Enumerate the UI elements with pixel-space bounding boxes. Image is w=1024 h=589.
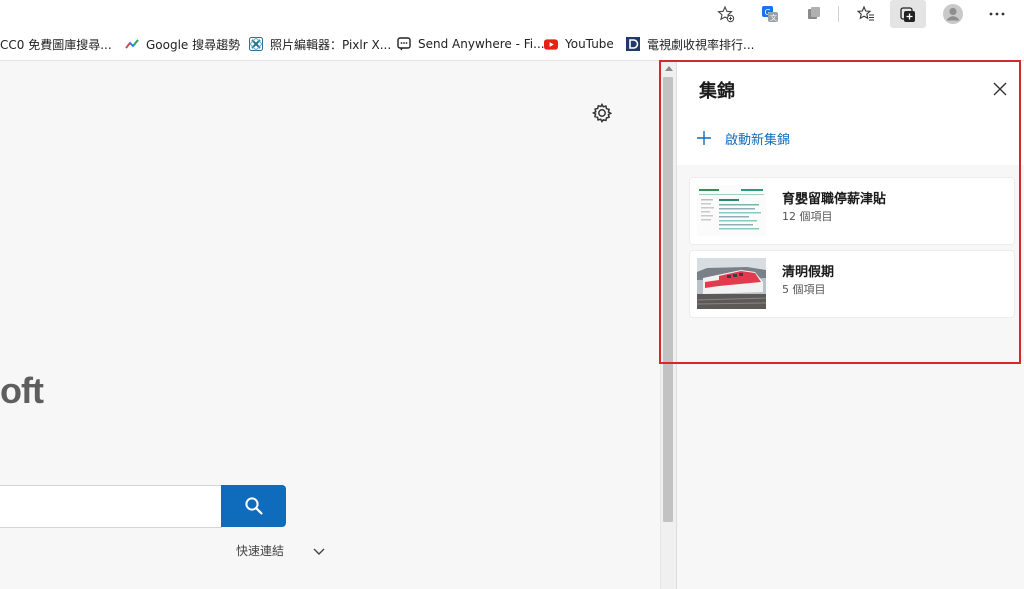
extension-icon[interactable] (796, 0, 832, 28)
bookmarks-bar: CC0 免費圖庫搜尋... Google 搜尋趨勢 照片編輯器：Pixlr X.… (0, 28, 1024, 61)
pixlr-icon (249, 37, 263, 51)
start-new-collection-label: 啟動新集錦 (725, 132, 791, 148)
close-icon[interactable] (993, 81, 1007, 96)
chevron-down-icon[interactable] (312, 543, 326, 555)
search-icon (244, 497, 263, 515)
collections-list: 育嬰留職停薪津貼 12 個項目 清明假期 5 個項目 (677, 165, 1024, 589)
bookmark-google-trends[interactable]: Google 搜尋趨勢 (125, 28, 240, 60)
start-new-collection-button[interactable]: 啟動新集錦 (697, 127, 790, 149)
more-options-icon[interactable] (979, 0, 1015, 28)
brand-logo-fragment: oft (0, 370, 44, 411)
youtube-icon (544, 37, 558, 51)
toolbar-divider (838, 6, 839, 22)
search-button[interactable] (221, 485, 286, 527)
bookmark-tv-ratings[interactable]: 電視劇收視率排行... (626, 28, 754, 60)
bookmark-label: Send Anywhere - Fi... (418, 37, 545, 51)
bookmark-label: Google 搜尋趨勢 (146, 37, 241, 52)
bookmark-youtube[interactable]: YouTube (544, 28, 614, 60)
page-settings-gear-icon[interactable] (591, 102, 613, 124)
favorites-icon[interactable] (848, 0, 884, 28)
collection-title: 清明假期 (782, 265, 835, 280)
bookmark-label: YouTube (565, 37, 614, 51)
bookmark-send-anywhere[interactable]: Send Anywhere - Fi... (397, 28, 545, 60)
profile-avatar-icon[interactable] (935, 0, 971, 28)
send-anywhere-icon (397, 37, 411, 51)
collection-item-count: 5 個項目 (782, 283, 826, 296)
collections-title: 集錦 (699, 81, 735, 102)
web-search-input[interactable] (0, 485, 222, 528)
scrollbar-thumb[interactable] (663, 77, 673, 522)
collection-title: 育嬰留職停薪津貼 (782, 192, 887, 207)
collection-card[interactable]: 育嬰留職停薪津貼 12 個項目 (689, 177, 1015, 245)
bookmark-label: CC0 免費圖庫搜尋... (0, 37, 112, 52)
collections-pane: 集錦 啟動新集錦 育嬰留職停薪津貼 12 個項目 清明假期 5 個項目 (676, 61, 1024, 589)
bookmark-label: 電視劇收視率排行... (647, 37, 755, 52)
bookmark-cc0[interactable]: CC0 免費圖庫搜尋... (0, 28, 112, 60)
translate-extension-icon[interactable]: G文 (752, 0, 788, 28)
d-logo-icon (626, 37, 640, 51)
plus-icon (697, 131, 711, 145)
browser-toolbar: G文 (0, 0, 1024, 28)
scroll-up-arrow-icon[interactable] (665, 66, 673, 71)
collection-thumbnail-document (697, 185, 766, 236)
trends-icon (125, 37, 139, 51)
svg-text:文: 文 (770, 13, 777, 22)
collection-item-count: 12 個項目 (782, 210, 833, 223)
collection-card[interactable]: 清明假期 5 個項目 (689, 250, 1015, 318)
add-favorite-icon[interactable] (708, 0, 744, 28)
quick-links-label[interactable]: 快速連結 (236, 542, 284, 559)
collection-thumbnail-train-photo (697, 258, 766, 309)
page-scrollbar[interactable] (660, 61, 677, 589)
new-tab-page: oft 快速連結 (0, 61, 660, 589)
collections-icon[interactable] (890, 0, 926, 28)
bookmark-pixlr[interactable]: 照片編輯器：Pixlr X... (249, 28, 391, 60)
bookmark-label: 照片編輯器：Pixlr X... (270, 37, 392, 52)
